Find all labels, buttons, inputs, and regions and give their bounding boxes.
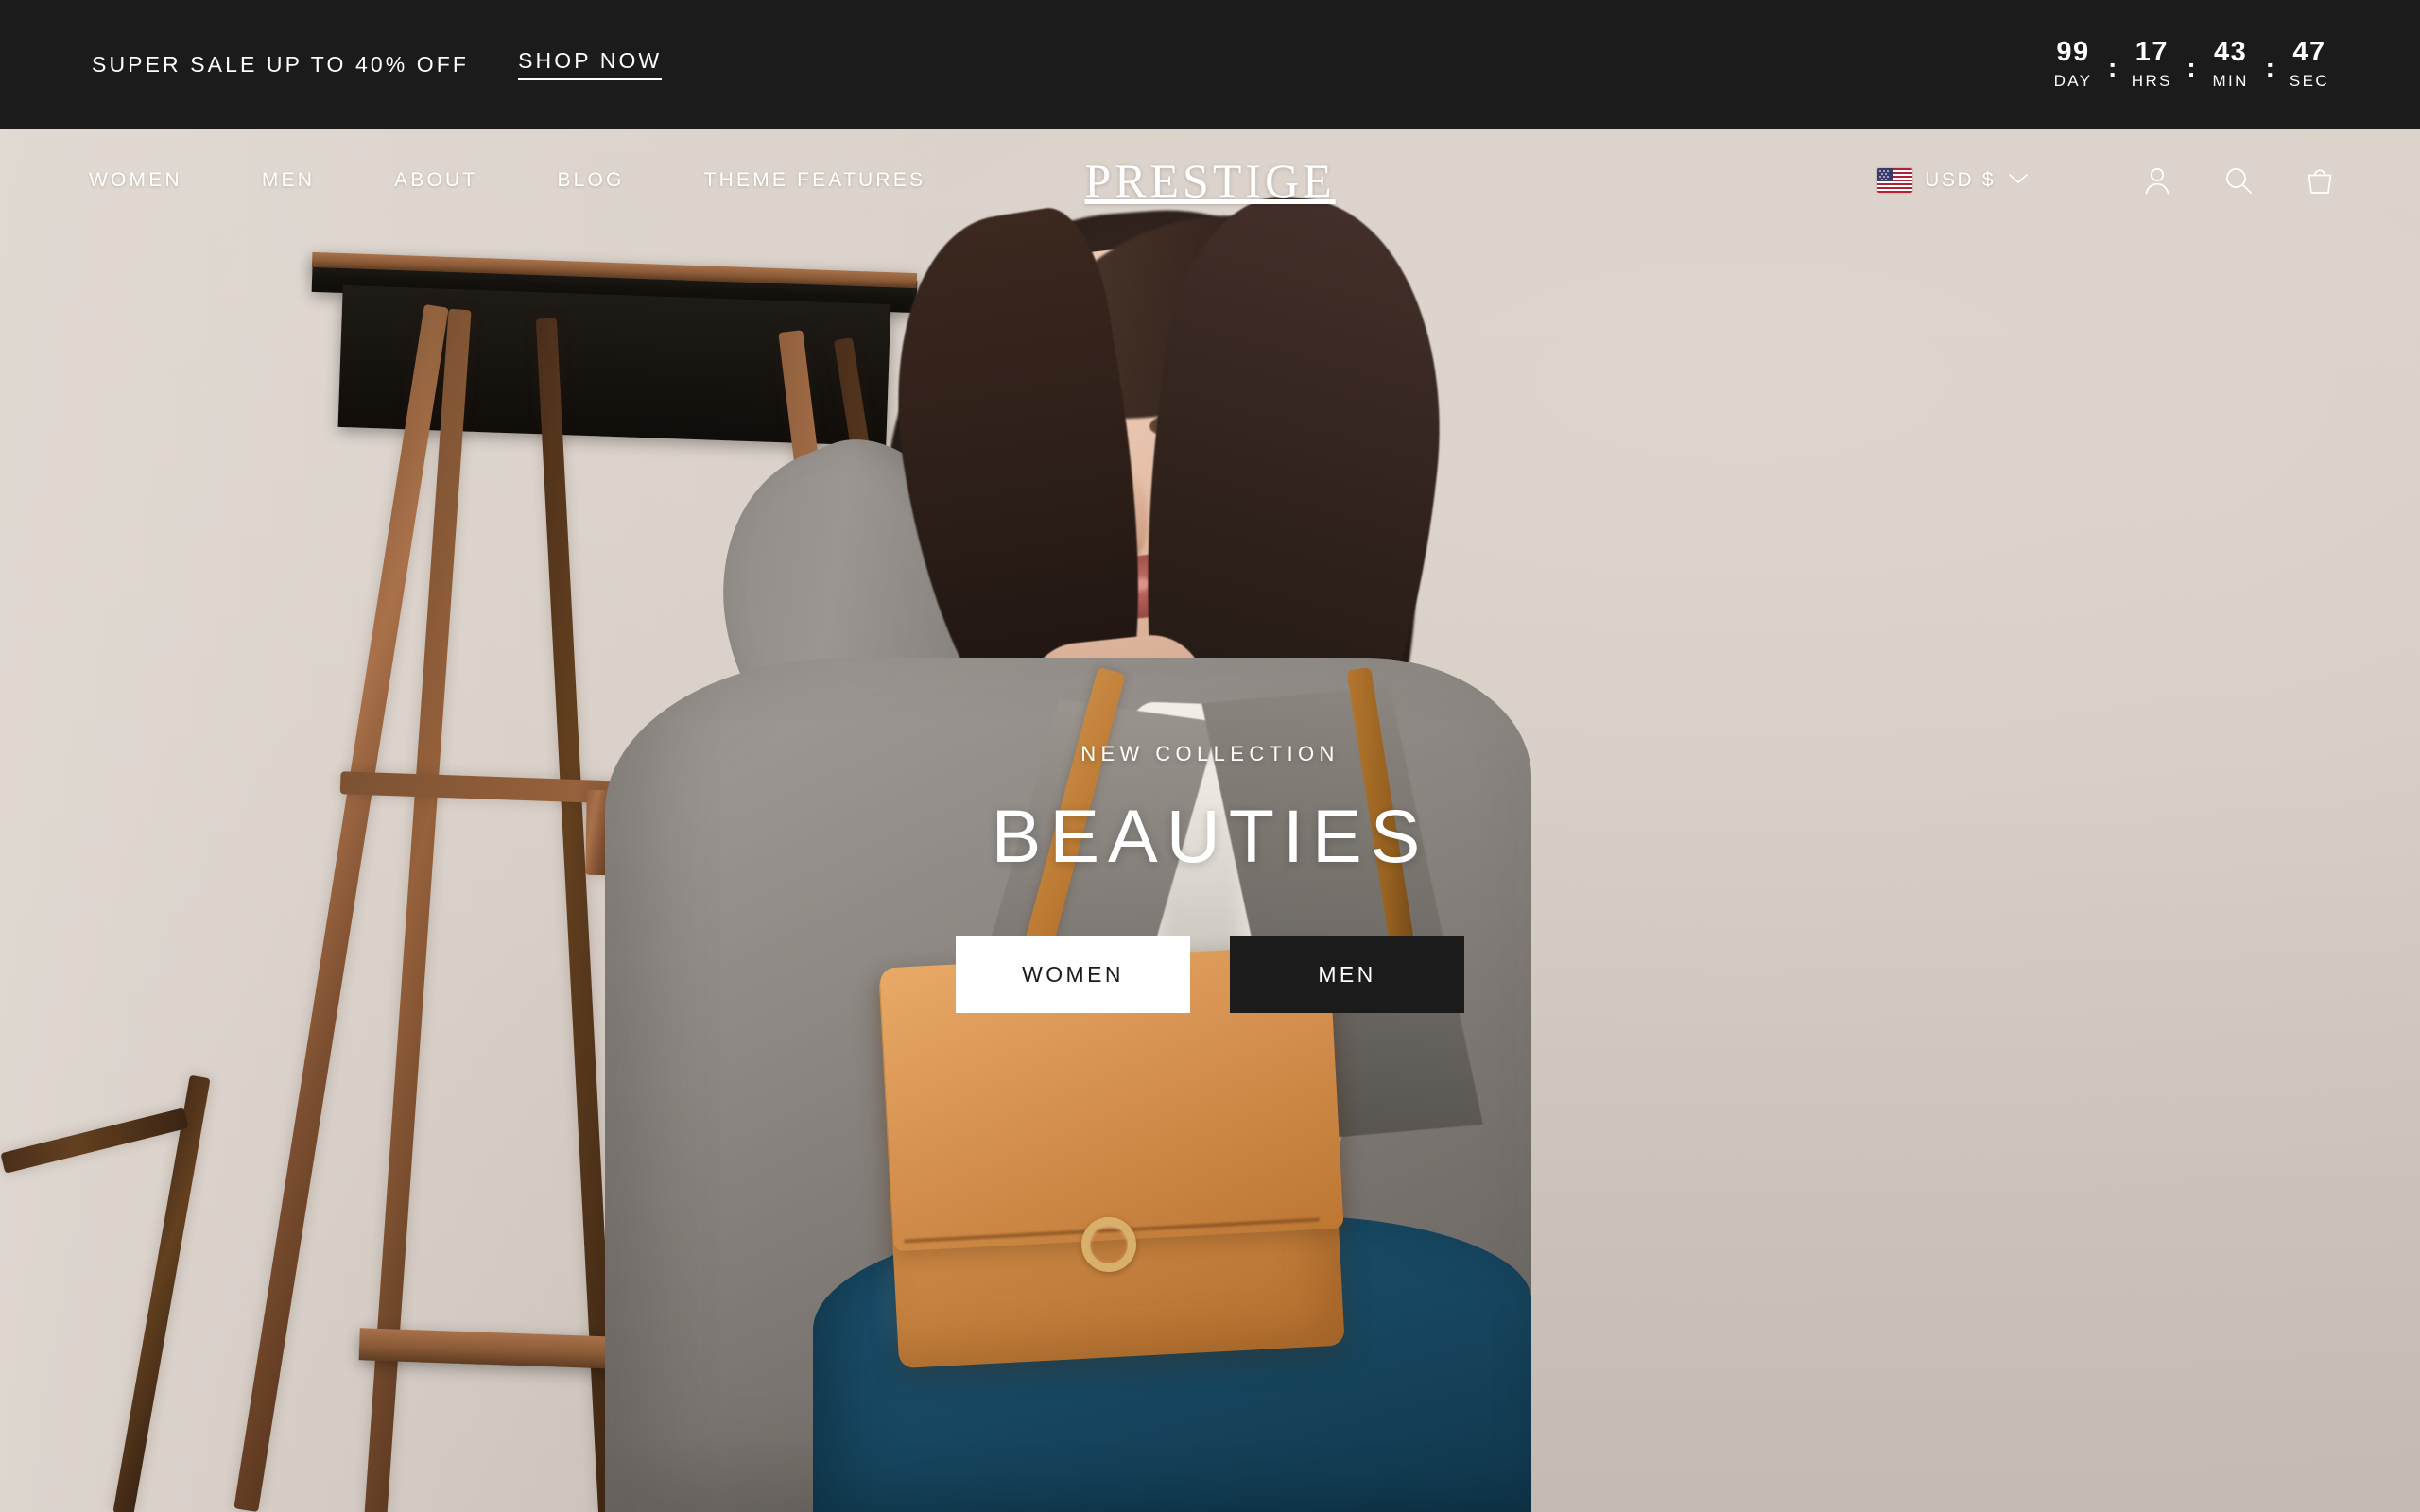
us-flag-icon (1877, 168, 1913, 193)
nav-item-theme-features[interactable]: THEME FEATURES (704, 169, 926, 192)
countdown-unit-day: 99 DAY (2044, 36, 2102, 91)
cart-icon[interactable] (2301, 162, 2339, 199)
hero-button-women[interactable]: WOMEN (956, 936, 1190, 1013)
countdown-unit-sec: 47 SEC (2280, 36, 2339, 91)
countdown-hrs-value: 17 (2135, 36, 2169, 67)
currency-label: USD $ (1925, 169, 1996, 191)
countdown-timer: 99 DAY : 17 HRS : 43 MIN : 47 SEC (2044, 36, 2339, 91)
countdown-sec-label: SEC (2289, 72, 2330, 91)
countdown-separator: : (2265, 53, 2274, 82)
announcement-text: SUPER SALE UP TO 40% OFF (92, 51, 470, 77)
hero-button-men[interactable]: MEN (1230, 936, 1464, 1013)
account-icon[interactable] (2138, 162, 2176, 199)
site-header: WOMEN MEN ABOUT BLOG THEME FEATURES PRES… (0, 129, 2420, 232)
nav-item-blog[interactable]: BLOG (557, 169, 624, 192)
hero-banner-image (0, 129, 2420, 1512)
countdown-hrs-label: HRS (2131, 72, 2172, 91)
countdown-day-label: DAY (2053, 72, 2093, 91)
site-logo[interactable]: PRESTIGE (1084, 153, 1335, 208)
model-photo-subject (605, 129, 2004, 1512)
main-navigation: WOMEN MEN ABOUT BLOG THEME FEATURES (89, 169, 1005, 192)
countdown-min-value: 43 (2214, 36, 2248, 67)
countdown-unit-min: 43 MIN (2202, 36, 2260, 91)
countdown-min-label: MIN (2212, 72, 2249, 91)
countdown-day-value: 99 (2056, 36, 2090, 67)
currency-selector[interactable]: USD $ (1877, 168, 2029, 193)
announcement-bar: SUPER SALE UP TO 40% OFF SHOP NOW 99 DAY… (0, 0, 2420, 129)
announcement-left: SUPER SALE UP TO 40% OFF SHOP NOW (92, 48, 663, 80)
countdown-sec-value: 47 (2292, 36, 2326, 67)
nav-item-women[interactable]: WOMEN (89, 169, 182, 192)
countdown-unit-hrs: 17 HRS (2122, 36, 2181, 91)
shop-now-link[interactable]: SHOP NOW (518, 48, 663, 80)
chevron-down-icon (2008, 172, 2029, 190)
nav-item-men[interactable]: MEN (262, 169, 315, 192)
hero-cta-row: WOMEN MEN (956, 936, 1464, 1013)
nav-item-about[interactable]: ABOUT (394, 169, 477, 192)
countdown-separator: : (2187, 53, 2196, 82)
search-icon[interactable] (2220, 162, 2257, 199)
header-actions: USD $ (1877, 162, 2339, 199)
countdown-separator: : (2108, 53, 2118, 82)
